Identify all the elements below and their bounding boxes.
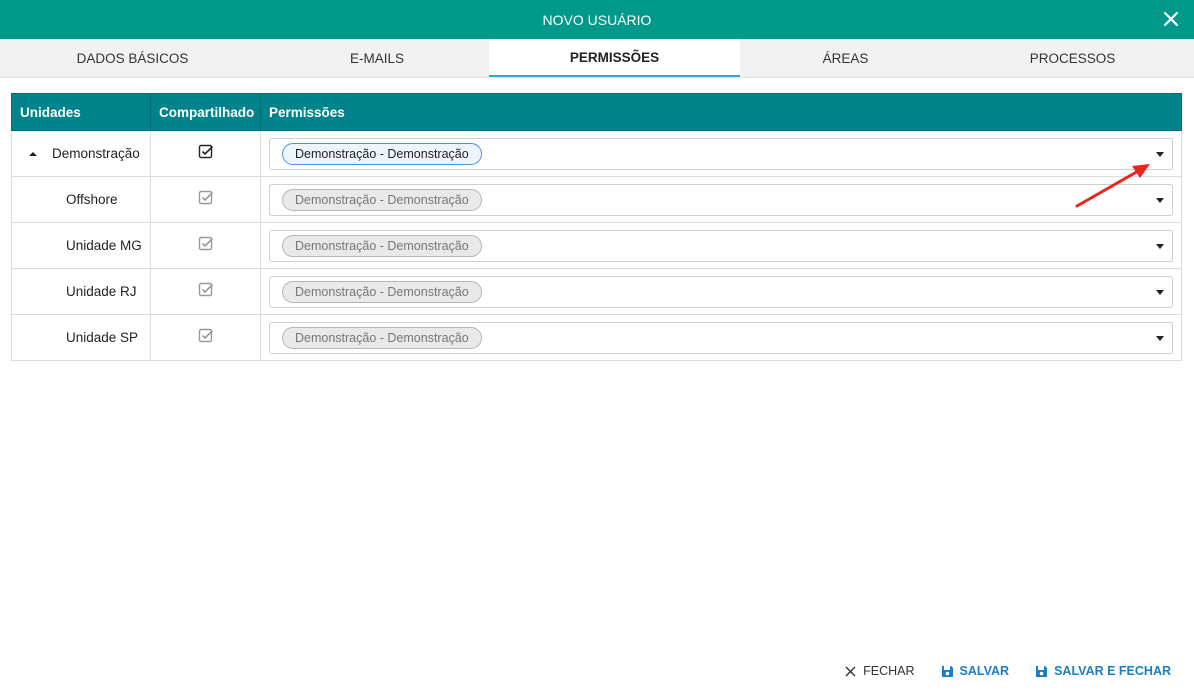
checkbox-checked-disabled-icon	[198, 328, 213, 343]
shared-cell	[150, 222, 261, 269]
save-icon	[1036, 665, 1048, 677]
table-row: Offshore Demonstração - Demonstração	[11, 176, 1182, 223]
permission-chip: Demonstração - Demonstração	[282, 234, 482, 257]
unit-cell: Offshore	[11, 176, 151, 223]
unit-cell: Unidade SP	[11, 314, 151, 361]
table-row: Demonstração Demonstração - Demonstração	[11, 130, 1182, 177]
tab-areas[interactable]: ÁREAS	[740, 39, 951, 77]
save-button[interactable]: SALVAR	[941, 664, 1010, 678]
unit-label: Demonstração	[52, 146, 140, 161]
checkbox-checked-disabled-icon	[198, 236, 213, 251]
tab-emails[interactable]: E-MAILS	[265, 39, 489, 77]
tab-dados-basicos[interactable]: DADOS BÁSICOS	[0, 39, 265, 77]
dropdown-arrow-icon[interactable]	[1156, 335, 1164, 341]
checkbox-checked-disabled-icon	[198, 190, 213, 205]
permissions-table: Unidades Compartilhado Permissões Demons…	[11, 93, 1182, 361]
close-icon[interactable]	[1160, 8, 1182, 30]
save-and-close-button-label: SALVAR E FECHAR	[1054, 664, 1171, 678]
permission-select[interactable]: Demonstração - Demonstração	[269, 183, 1173, 216]
permission-select[interactable]: Demonstração - Demonstração	[269, 137, 1173, 170]
permission-chip[interactable]: Demonstração - Demonstração	[282, 142, 482, 165]
column-header-permissoes[interactable]: Permissões	[260, 93, 1182, 131]
permission-chip: Demonstração - Demonstração	[282, 326, 482, 349]
unit-label: Unidade RJ	[66, 284, 137, 299]
dialog-footer: FECHAR SALVAR SALVAR E FECHAR	[844, 664, 1171, 678]
unit-cell: Unidade MG	[11, 222, 151, 269]
tab-permissoes[interactable]: PERMISSÕES	[489, 39, 740, 77]
tab-bar: DADOS BÁSICOS E-MAILS PERMISSÕES ÁREAS P…	[0, 39, 1194, 78]
table-header-row: Unidades Compartilhado Permissões	[11, 93, 1182, 131]
dropdown-arrow-icon[interactable]	[1156, 243, 1164, 249]
unit-label: Unidade SP	[66, 330, 139, 345]
save-button-label: SALVAR	[959, 664, 1010, 678]
shared-cell	[150, 176, 261, 223]
unit-label: Offshore	[66, 192, 118, 207]
red-annotation-arrow-icon	[1075, 164, 1150, 208]
permission-cell: Demonstração - Demonstração	[260, 130, 1182, 177]
permission-cell: Demonstração - Demonstração	[260, 176, 1182, 223]
close-button[interactable]: FECHAR	[844, 664, 915, 678]
close-icon	[845, 666, 856, 676]
table-row: Unidade SP Demonstração - Demonstração	[11, 314, 1182, 361]
permission-select[interactable]: Demonstração - Demonstração	[269, 229, 1173, 262]
collapse-caret-icon[interactable]	[26, 149, 40, 159]
permission-select[interactable]: Demonstração - Demonstração	[269, 275, 1173, 308]
dropdown-arrow-icon[interactable]	[1156, 151, 1164, 157]
column-header-unidades[interactable]: Unidades	[11, 93, 151, 131]
column-header-compartilhado[interactable]: Compartilhado	[150, 93, 261, 131]
table-row: Unidade RJ Demonstração - Demonstração	[11, 268, 1182, 315]
permission-cell: Demonstração - Demonstração	[260, 222, 1182, 269]
tab-processos[interactable]: PROCESSOS	[951, 39, 1194, 77]
permission-chip: Demonstração - Demonstração	[282, 280, 482, 303]
save-icon	[941, 665, 953, 677]
permission-cell: Demonstração - Demonstração	[260, 314, 1182, 361]
close-button-label: FECHAR	[863, 664, 915, 678]
shared-cell	[150, 314, 261, 361]
permission-cell: Demonstração - Demonstração	[260, 268, 1182, 315]
dialog-titlebar: NOVO USUÁRIO	[0, 0, 1194, 39]
save-and-close-button[interactable]: SALVAR E FECHAR	[1035, 664, 1171, 678]
shared-cell	[150, 130, 261, 177]
dropdown-arrow-icon[interactable]	[1156, 289, 1164, 295]
checkbox-checked-icon[interactable]	[198, 144, 214, 160]
table-row: Unidade MG Demonstração - Demonstração	[11, 222, 1182, 269]
permission-chip: Demonstração - Demonstração	[282, 188, 482, 211]
checkbox-checked-disabled-icon	[198, 282, 213, 297]
shared-cell	[150, 268, 261, 315]
dialog-title: NOVO USUÁRIO	[542, 11, 652, 28]
unit-label: Unidade MG	[66, 238, 142, 253]
permission-select[interactable]: Demonstração - Demonstração	[269, 321, 1173, 354]
unit-cell: Demonstração	[11, 130, 151, 177]
unit-cell: Unidade RJ	[11, 268, 151, 315]
